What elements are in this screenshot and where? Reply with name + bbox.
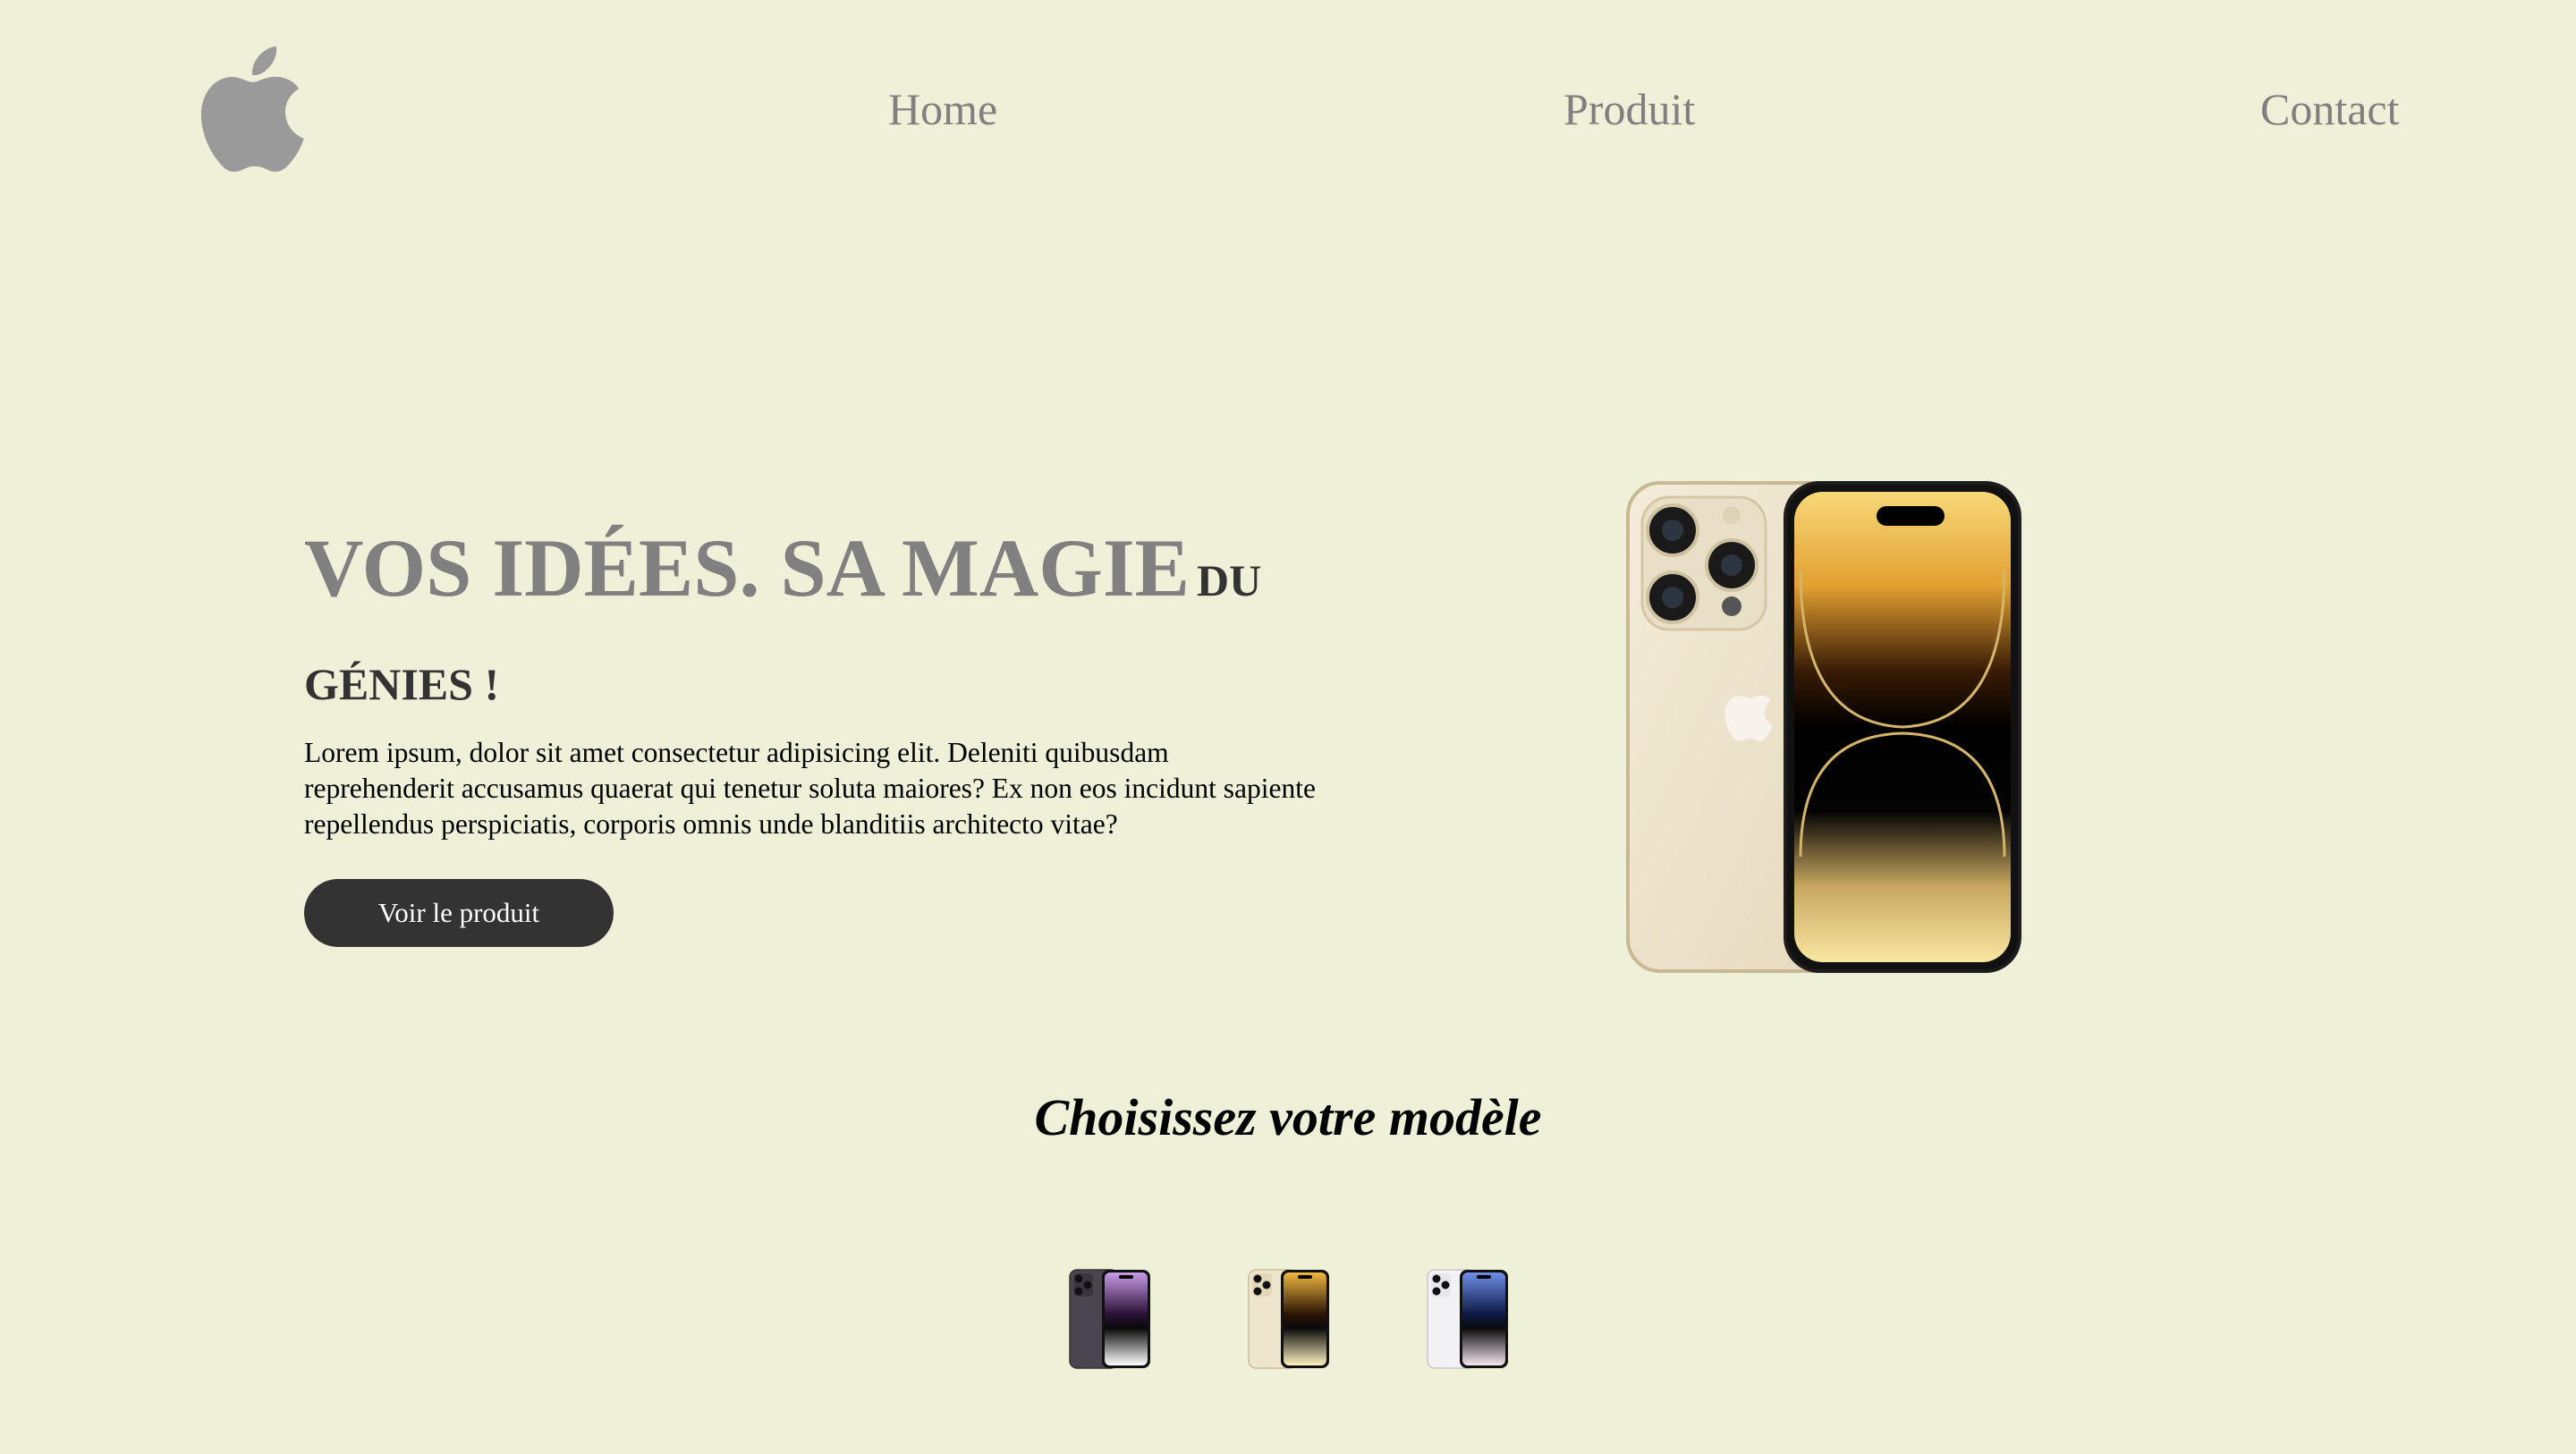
- nav-produit-link[interactable]: Produit: [1563, 82, 1695, 136]
- nav-contact-link[interactable]: Contact: [2260, 82, 2400, 136]
- hero-description: Lorem ipsum, dolor sit amet consectetur …: [304, 737, 1316, 840]
- hero-title-line2: GÉNIES !: [304, 659, 500, 709]
- iphone-silver-thumbnail[interactable]: [1426, 1268, 1510, 1370]
- page: Home Produit Contact VOS IDÉES. SA MAGIE…: [0, 0, 2576, 1454]
- nav-home-link[interactable]: Home: [888, 82, 997, 136]
- iphone-gold-image: [1626, 481, 2021, 973]
- hero-title-main: VOS IDÉES. SA MAGIE: [304, 522, 1190, 613]
- apple-logo-icon[interactable]: [197, 43, 304, 173]
- iphone-purple-thumbnail[interactable]: [1068, 1268, 1152, 1370]
- hero-title-suffix: DU: [1197, 555, 1262, 605]
- view-product-button[interactable]: Voir le produit: [304, 879, 614, 947]
- models-title: Choisissez votre modèle: [1034, 1088, 1542, 1146]
- hero-title: VOS IDÉES. SA MAGIE DU: [304, 519, 1261, 635]
- iphone-gold-thumbnail[interactable]: [1247, 1268, 1331, 1370]
